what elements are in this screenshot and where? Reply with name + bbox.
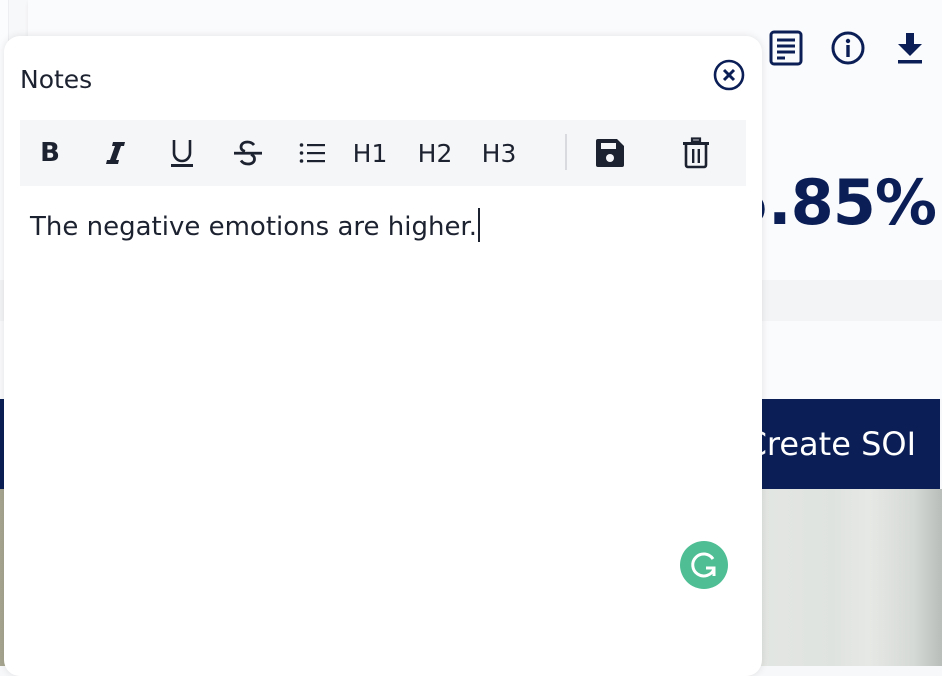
bold-button[interactable]: B — [32, 120, 68, 186]
strikethrough-icon — [234, 140, 262, 166]
grammarly-icon — [691, 552, 716, 578]
save-button[interactable] — [590, 120, 630, 186]
save-icon — [596, 139, 624, 167]
trash-icon — [683, 137, 709, 169]
close-circle-icon — [713, 59, 745, 91]
bullet-list-icon — [299, 143, 325, 163]
editor-toolbar: B H1 H2 H3 — [20, 120, 746, 186]
h3-label: H3 — [481, 138, 517, 168]
underline-icon — [171, 140, 193, 167]
heading-3-button[interactable]: H3 — [479, 120, 519, 186]
create-soi-label: Create SOI — [744, 425, 916, 463]
italic-icon — [106, 142, 125, 164]
download-icon[interactable] — [890, 28, 930, 68]
delete-button[interactable] — [676, 120, 716, 186]
grammarly-button[interactable] — [680, 541, 728, 589]
strikethrough-button[interactable] — [230, 120, 266, 186]
heading-1-button[interactable]: H1 — [350, 120, 390, 186]
bullet-list-button[interactable] — [294, 120, 330, 186]
card-header-actions — [766, 28, 930, 68]
notes-icon[interactable] — [766, 28, 806, 68]
text-caret — [478, 208, 481, 242]
italic-button[interactable] — [98, 120, 134, 186]
h1-label: H1 — [352, 138, 388, 168]
notes-editor[interactable]: The negative emotions are higher. — [20, 208, 746, 648]
close-button[interactable] — [713, 59, 745, 91]
notes-panel: Notes B H1 H2 H3 The negative emotions a… — [4, 36, 762, 676]
toolbar-divider — [565, 134, 567, 170]
notes-content: The negative emotions are higher. — [30, 212, 478, 242]
heading-2-button[interactable]: H2 — [415, 120, 455, 186]
underline-button[interactable] — [164, 120, 200, 186]
h2-label: H2 — [417, 138, 453, 168]
bold-icon: B — [40, 138, 60, 168]
info-icon[interactable] — [828, 28, 868, 68]
notes-title: Notes — [20, 65, 93, 94]
